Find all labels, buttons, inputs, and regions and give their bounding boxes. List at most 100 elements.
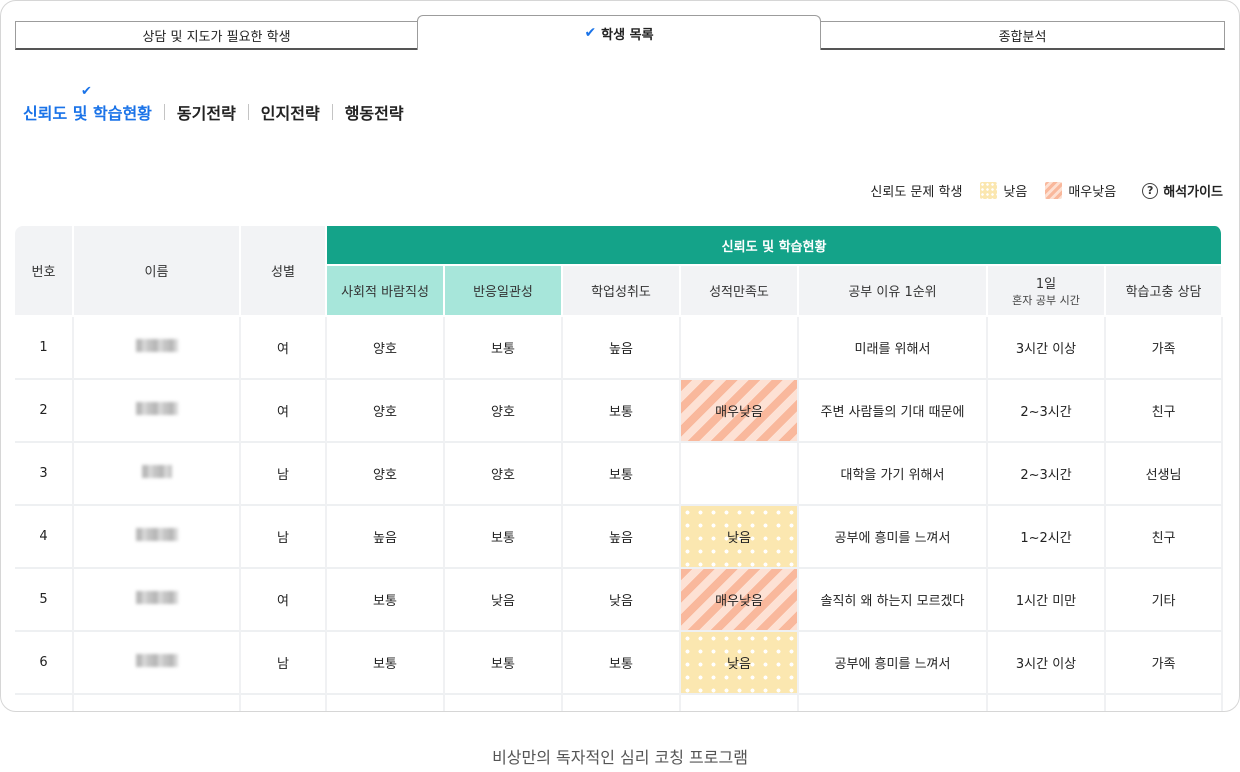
legend-low: 낮음 [980,181,1027,200]
cell-empty [74,695,241,711]
header-hours-line1: 1일 [1035,277,1057,292]
cell-consistency: 양호 [445,443,563,506]
cell-reason: 공부에 흥미를 느껴서 [799,632,988,695]
cell-satisfaction [681,317,799,380]
cell-achievement: 높음 [563,506,681,569]
student-table-wrapper: 번호 이름 성별 신뢰도 및 학습현황 사회적 바람직성 반응일관성 학업성취도… [15,226,1223,711]
subnav-behavior[interactable]: 행동전략 [345,100,404,124]
subnav-reliability[interactable]: ✔ 신뢰도 및 학습현황 [23,84,152,124]
cell-empty [988,695,1106,711]
subnav-label: 동기전략 [176,104,236,123]
cell-counsel: 기타 [1106,569,1223,632]
cell-gender: 남 [241,506,327,569]
header-no: 번호 [15,226,74,317]
cell-no: 6 [15,632,74,695]
cell-name [74,569,241,632]
blurred-name [141,465,172,478]
cell-achievement: 보통 [563,443,681,506]
table-body: 1 여 양호 보통 높음 미래를 위해서 3시간 이상 가족 2 여 양호 양호… [15,317,1223,711]
tab-analysis[interactable]: 종합분석 [821,21,1225,50]
cell-hours: 2~3시간 [988,443,1106,506]
subnav-motivation[interactable]: 동기전략 [177,100,236,124]
cell-counsel: 가족 [1106,632,1223,695]
legend-label: 신뢰도 문제 학생 [870,185,963,200]
divider [247,104,249,120]
top-tabs: 상담 및 지도가 필요한 학생 종합분석 ✔ 학생 목록 [15,15,1225,50]
blurred-name [135,339,178,352]
cell-reason: 대학을 가기 위해서 [799,443,988,506]
cell-satisfaction: 낮음 [681,632,799,695]
check-icon: ✔ [584,25,597,41]
header-satisfaction: 성적만족도 [681,266,799,317]
cell-social: 양호 [327,317,445,380]
question-icon: ? [1142,182,1159,199]
subnav-label: 인지전략 [260,104,320,123]
cell-empty [445,695,563,711]
cell-empty [681,695,799,711]
header-counsel: 학습고충 상담 [1106,266,1223,317]
cell-satisfaction: 매우낮음 [681,380,799,443]
table-row[interactable]: 3 남 양호 양호 보통 대학을 가기 위해서 2~3시간 선생님 [15,443,1223,506]
stripe-swatch-icon [1045,182,1063,199]
table-row[interactable]: 5 여 보통 낮음 낮음 매우낮음 솔직히 왜 하는지 모르겠다 1시간 미만 … [15,569,1223,632]
app-frame: 상담 및 지도가 필요한 학생 종합분석 ✔ 학생 목록 ✔ 신뢰도 및 학습현황 … [0,0,1240,712]
blurred-name [135,654,178,667]
cell-gender: 여 [241,380,327,443]
legend-reliability: 신뢰도 문제 학생 [847,181,962,200]
cell-name [74,443,241,506]
check-icon: ✔ [81,84,92,99]
cell-achievement: 보통 [563,380,681,443]
cell-consistency: 양호 [445,380,563,443]
subnav-cognitive[interactable]: 인지전략 [261,100,320,124]
cell-no: 1 [15,317,74,380]
table-row[interactable]: 6 남 보통 보통 보통 낮음 공부에 흥미를 느껴서 3시간 이상 가족 [15,632,1223,695]
cell-no: 5 [15,569,74,632]
cell-empty [327,695,445,711]
cell-counsel: 친구 [1106,380,1223,443]
cell-hours: 1~2시간 [988,506,1106,569]
blurred-name [135,402,178,415]
guide-button[interactable]: ? 해석가이드 [1142,181,1223,200]
caption: 비상만의 독자적인 심리 코칭 프로그램 [492,748,748,767]
header-reason: 공부 이유 1순위 [799,266,988,317]
cell-empty [799,695,988,711]
cell-no: 4 [15,506,74,569]
table-row[interactable]: 4 남 높음 보통 높음 낮음 공부에 흥미를 느껴서 1~2시간 친구 [15,506,1223,569]
cell-satisfaction: 매우낮음 [681,569,799,632]
student-table: 번호 이름 성별 신뢰도 및 학습현황 사회적 바람직성 반응일관성 학업성취도… [15,226,1223,711]
cell-social: 양호 [327,380,445,443]
tab-student-list[interactable]: ✔ 학생 목록 [417,15,821,50]
legend-label: 매우낮음 [1068,185,1117,200]
tab-counsel-needed[interactable]: 상담 및 지도가 필요한 학생 [15,21,417,50]
header-social: 사회적 바람직성 [327,266,445,317]
cell-empty [563,695,681,711]
divider [331,104,333,120]
subnav-label: 행동전략 [344,104,404,123]
header-group: 신뢰도 및 학습현황 [327,226,1223,266]
cell-social: 높음 [327,506,445,569]
tab-label: 학생 목록 [601,27,654,43]
table-row[interactable] [15,695,1223,711]
cell-reason: 주변 사람들의 기대 때문에 [799,380,988,443]
cell-consistency: 보통 [445,317,563,380]
cell-achievement: 낮음 [563,569,681,632]
cell-social: 보통 [327,632,445,695]
table-row[interactable]: 1 여 양호 보통 높음 미래를 위해서 3시간 이상 가족 [15,317,1223,380]
cell-empty [15,695,74,711]
cell-hours: 3시간 이상 [988,317,1106,380]
cell-gender: 여 [241,317,327,380]
header-consistency: 반응일관성 [445,266,563,317]
blurred-name [135,591,178,604]
cell-social: 보통 [327,569,445,632]
cell-name [74,317,241,380]
grid-swatch-icon [847,182,865,199]
cell-no: 3 [15,443,74,506]
cell-gender: 남 [241,632,327,695]
header-name: 이름 [74,226,241,317]
legend-label: 낮음 [1003,185,1028,200]
table-row[interactable]: 2 여 양호 양호 보통 매우낮음 주변 사람들의 기대 때문에 2~3시간 친… [15,380,1223,443]
cell-gender: 여 [241,569,327,632]
cell-empty [1106,695,1223,711]
cell-consistency: 보통 [445,506,563,569]
header-achievement: 학업성취도 [563,266,681,317]
